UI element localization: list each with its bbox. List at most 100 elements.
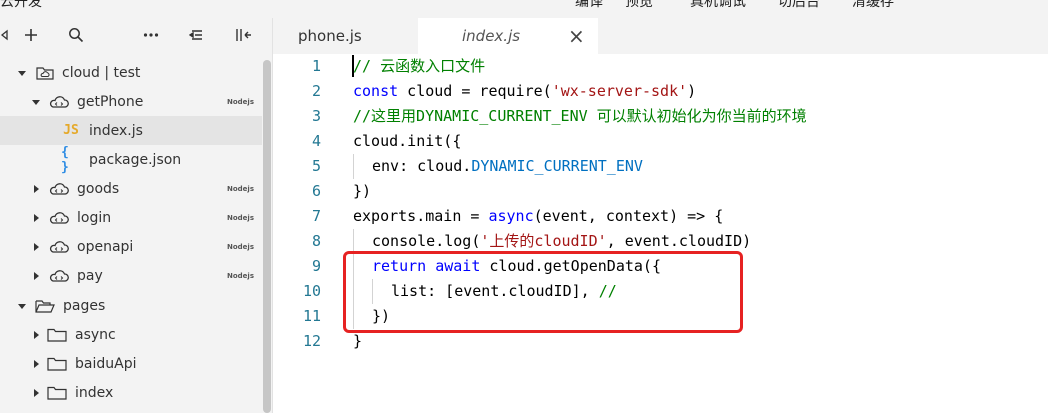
chevron-down-icon[interactable]: [17, 301, 27, 311]
title-bar: 云开发 编译 预览 真机调试 切后台 清缓存: [0, 0, 1048, 18]
tree-item-goods[interactable]: goods Nodejs: [0, 174, 262, 203]
app-title: 云开发: [0, 0, 42, 10]
nodejs-badge: Nodejs: [227, 213, 254, 222]
annotation-highlight-box: [343, 251, 743, 333]
chevron-right-icon[interactable]: [31, 213, 41, 223]
tree-item-index-js[interactable]: JS index.js: [0, 116, 262, 145]
code-text: env: cloud.DYNAMIC_CURRENT_ENV: [372, 154, 643, 179]
chevron-right-icon[interactable]: [31, 330, 41, 340]
split-icon[interactable]: [230, 22, 256, 48]
tree-item-baiduapi[interactable]: baiduApi: [0, 349, 262, 378]
menu-compile[interactable]: 编译: [575, 0, 603, 11]
cloud-function-icon: [49, 268, 69, 284]
chevron-right-icon[interactable]: [31, 184, 41, 194]
file-explorer: cloud | test getPhone Nodejs JS index.js…: [0, 18, 273, 413]
folder-open-icon: [35, 298, 55, 314]
nodejs-badge: Nodejs: [227, 271, 254, 280]
cloud-function-icon: [49, 181, 69, 197]
line-number: 3: [311, 107, 321, 125]
sort-icon[interactable]: [184, 22, 210, 48]
code-text: }): [353, 179, 371, 204]
nodejs-badge: Nodejs: [227, 184, 254, 193]
tree-item-cloud-test[interactable]: cloud | test: [0, 58, 262, 87]
code-token-constant: DYNAMIC_CURRENT_ENV: [471, 157, 643, 175]
code-text: // 云函数入口文件: [353, 54, 485, 79]
line-number: 4: [311, 132, 321, 150]
add-icon[interactable]: [18, 22, 44, 48]
tree-item-index[interactable]: index: [0, 378, 262, 407]
code-token-default: }: [353, 332, 363, 350]
collapse-left-icon[interactable]: [0, 22, 18, 48]
chevron-right-icon[interactable]: [31, 359, 41, 369]
tree-item-getphone[interactable]: getPhone Nodejs: [0, 87, 262, 116]
code-token-default: exports.main =: [353, 207, 489, 225]
close-icon[interactable]: ×: [568, 24, 585, 48]
menu-preview[interactable]: 预览: [625, 0, 653, 11]
code-token-keyword: async: [488, 207, 534, 225]
code-token-string: '上传的cloudID': [480, 232, 607, 250]
code-token-default: , event.cloudID): [606, 232, 752, 250]
more-icon[interactable]: [138, 22, 164, 48]
tree-item-label: getPhone: [77, 93, 144, 110]
code-text: cloud.init({: [353, 129, 461, 154]
code-line[interactable]: 7 exports.main = async(event, context) =>…: [273, 204, 1048, 229]
tab-phone-js[interactable]: phone.js: [273, 18, 418, 54]
tree-item-pages[interactable]: pages: [0, 291, 262, 320]
tree-item-label: cloud | test: [62, 64, 141, 81]
tree-item-label: async: [75, 326, 116, 343]
code-editor[interactable]: 1 // 云函数入口文件 2 const cloud = require('wx-se…: [273, 54, 1048, 413]
line-number: 6: [311, 182, 321, 200]
code-token-default: (event, context) => {: [533, 207, 724, 225]
code-line[interactable]: 1 // 云函数入口文件: [273, 54, 1048, 79]
menu-device-debug[interactable]: 真机调试: [690, 0, 746, 11]
folder-icon: [47, 356, 67, 372]
cloud-function-icon: [49, 239, 69, 255]
tree-item-label: pages: [63, 297, 106, 314]
tree-item-label: login: [77, 209, 112, 226]
menu-background[interactable]: 切后台: [778, 0, 820, 11]
chevron-right-icon[interactable]: [31, 242, 41, 252]
line-number: 5: [311, 157, 321, 175]
chevron-right-icon[interactable]: [31, 271, 41, 281]
nodejs-badge: Nodejs: [227, 242, 254, 251]
chevron-down-icon[interactable]: [17, 68, 27, 78]
code-line[interactable]: 4 cloud.init({: [273, 129, 1048, 154]
line-number: 1: [311, 57, 321, 75]
line-number: 12: [302, 332, 321, 350]
js-file-icon: JS: [63, 123, 79, 138]
explorer-scrollbar[interactable]: [262, 58, 272, 413]
code-token-string: 'wx-server-sdk': [551, 82, 688, 100]
line-number: 7: [311, 207, 321, 225]
tree-item-pay[interactable]: pay Nodejs: [0, 261, 262, 290]
cloud-folder-icon: [35, 65, 55, 81]
code-line[interactable]: 6}): [273, 179, 1048, 204]
tree-item-openapi[interactable]: openapi Nodejs: [0, 232, 262, 261]
code-line[interactable]: 2 const cloud = require('wx-server-sdk'): [273, 79, 1048, 104]
menu-clear-cache[interactable]: 清缓存: [852, 0, 894, 11]
chevron-down-icon[interactable]: [31, 97, 41, 107]
line-number: 10: [302, 282, 321, 300]
line-number: 11: [302, 307, 321, 325]
code-text: const cloud = require('wx-server-sdk'): [353, 79, 696, 104]
line-number: 2: [311, 82, 321, 100]
folder-icon: [47, 327, 67, 343]
line-number: 9: [311, 257, 321, 275]
code-token-default: console.log(: [372, 232, 481, 250]
editor-tabs: phone.js index.js ×: [273, 18, 1048, 55]
cloud-function-icon: [49, 210, 69, 226]
text-cursor: [352, 55, 354, 77]
tree-item-login[interactable]: login Nodejs: [0, 203, 262, 232]
code-line[interactable]: 5 env: cloud.DYNAMIC_CURRENT_ENV: [273, 154, 1048, 179]
tree-item-async[interactable]: async: [0, 320, 262, 349]
tree-item-label: package.json: [89, 151, 182, 168]
tree-item-package-json[interactable]: { } package.json: [0, 144, 262, 175]
json-file-icon: { }: [61, 144, 69, 175]
code-token-comment: // 云函数入口文件: [353, 57, 486, 75]
code-token-keyword: const: [353, 82, 399, 100]
tab-index-js[interactable]: index.js ×: [418, 18, 598, 54]
tree-item-label: goods: [77, 180, 120, 197]
chevron-right-icon[interactable]: [31, 388, 41, 398]
code-line[interactable]: 3 //这里用DYNAMIC_CURRENT_ENV 可以默认初始化为你当前的环境: [273, 104, 1048, 129]
scrollbar-thumb[interactable]: [263, 60, 271, 413]
search-icon[interactable]: [63, 22, 89, 48]
